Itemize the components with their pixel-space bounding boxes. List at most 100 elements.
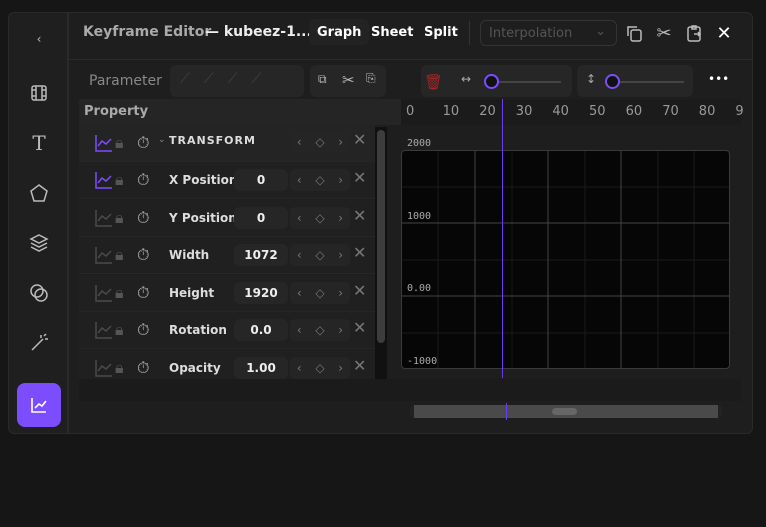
horizontal-zoom-handle[interactable] xyxy=(484,74,499,89)
sidebar-item-graph[interactable] xyxy=(17,383,61,427)
clipboard-group: ⧉ ✂ ⎘ xyxy=(310,65,386,97)
stopwatch-icon[interactable]: ⏱︎ xyxy=(137,133,157,153)
lock-icon[interactable]: 🔒︎ xyxy=(115,245,135,265)
copy-keyframe-icon[interactable]: ⧉ xyxy=(318,72,327,87)
group-row-transform[interactable]: 🔒︎ ⏱︎ ⌄ TRANSFORM ‹ ◇ › ✕ xyxy=(79,125,375,162)
sidebar-item-text[interactable]: T xyxy=(17,121,61,165)
graph-toggle-icon[interactable] xyxy=(94,208,114,228)
next-keyframe-icon[interactable]: › xyxy=(338,211,343,225)
prev-keyframe-icon[interactable]: ‹ xyxy=(297,173,302,187)
prev-keyframe-icon[interactable]: ‹ xyxy=(297,323,302,337)
tab-graph[interactable]: Graph xyxy=(309,19,370,45)
trash-icon[interactable]: 🗑 xyxy=(424,73,443,91)
sidebar-item-effects[interactable] xyxy=(17,321,61,365)
back-button[interactable]: ‹ xyxy=(17,17,61,61)
stopwatch-icon[interactable]: ⏱︎ xyxy=(137,208,157,228)
ruler-tick: 60 xyxy=(625,104,643,119)
remove-icon[interactable]: ✕ xyxy=(353,281,366,300)
lock-icon[interactable]: 🔒︎ xyxy=(115,133,135,153)
property-scrollbar-thumb[interactable] xyxy=(377,130,385,343)
graph-toggle-icon[interactable] xyxy=(94,133,114,153)
remove-icon[interactable]: ✕ xyxy=(353,318,366,337)
vertical-zoom-handle[interactable] xyxy=(605,74,620,89)
graph-toggle-icon[interactable] xyxy=(94,245,114,265)
next-keyframe-icon[interactable]: › xyxy=(338,173,343,187)
sidebar-item-media[interactable] xyxy=(17,71,61,115)
stopwatch-icon[interactable]: ⏱︎ xyxy=(137,170,157,190)
add-keyframe-icon[interactable]: ◇ xyxy=(315,323,324,337)
property-value-input[interactable]: 0.0 xyxy=(234,319,288,341)
copy-button[interactable] xyxy=(623,22,645,44)
remove-icon[interactable]: ✕ xyxy=(353,130,366,149)
next-keyframe-icon[interactable]: › xyxy=(338,323,343,337)
stopwatch-icon[interactable]: ⏱︎ xyxy=(137,358,157,378)
prev-keyframe-icon[interactable]: ‹ xyxy=(297,361,302,375)
graph-toggle-icon[interactable] xyxy=(94,170,114,190)
keyframe-nav: ‹ ◇ › xyxy=(290,319,350,341)
property-scrollbar-track[interactable] xyxy=(375,127,387,379)
property-row[interactable]: 🔒︎ ⏱︎ Y Position 0 ‹ ◇ › ✕ xyxy=(79,199,375,237)
sidebar-item-blend[interactable] xyxy=(17,271,61,315)
graph-toggle-icon[interactable] xyxy=(94,358,114,378)
timeline-scrollbar-thumb[interactable] xyxy=(552,408,577,415)
graph-toggle-icon[interactable] xyxy=(94,320,114,340)
lock-icon[interactable]: 🔒︎ xyxy=(115,208,135,228)
next-keyframe-icon[interactable]: › xyxy=(338,248,343,262)
stopwatch-icon[interactable]: ⏱︎ xyxy=(137,320,157,340)
remove-icon[interactable]: ✕ xyxy=(353,168,366,187)
close-button[interactable]: ✕ xyxy=(713,22,735,44)
tab-sheet[interactable]: Sheet xyxy=(363,19,421,45)
add-keyframe-icon[interactable]: ◇ xyxy=(315,248,324,262)
property-value-input[interactable]: 0 xyxy=(234,169,288,191)
graph-toggle-icon[interactable] xyxy=(94,283,114,303)
timeline-scrollbar[interactable] xyxy=(410,405,722,418)
cut-keyframe-icon[interactable]: ✂ xyxy=(342,71,355,89)
prev-keyframe-icon[interactable]: ‹ xyxy=(297,211,302,225)
curve-graph[interactable] xyxy=(401,150,730,369)
property-row[interactable]: 🔒︎ ⏱︎ Rotation 0.0 ‹ ◇ › ✕ xyxy=(79,312,375,349)
timeline-ruler[interactable]: 0 10 20 30 40 50 60 70 80 9 xyxy=(401,99,744,125)
paste-button[interactable] xyxy=(683,22,705,44)
property-value-input[interactable]: 1072 xyxy=(234,244,288,266)
prev-keyframe-icon[interactable]: ‹ xyxy=(297,135,302,149)
lock-icon[interactable]: 🔒︎ xyxy=(115,320,135,340)
next-keyframe-icon[interactable]: › xyxy=(338,361,343,375)
property-row[interactable]: 🔒︎ ⏱︎ Height 1920 ‹ ◇ › ✕ xyxy=(79,274,375,312)
property-row[interactable]: 🔒︎ ⏱︎ Width 1072 ‹ ◇ › ✕ xyxy=(79,237,375,274)
add-keyframe-icon[interactable]: ◇ xyxy=(315,286,324,300)
lock-icon[interactable]: 🔒︎ xyxy=(115,170,135,190)
add-keyframe-icon[interactable]: ◇ xyxy=(315,135,324,149)
tab-split[interactable]: Split xyxy=(416,19,466,45)
prev-keyframe-icon[interactable]: ‹ xyxy=(297,286,302,300)
next-keyframe-icon[interactable]: › xyxy=(338,286,343,300)
add-keyframe-icon[interactable]: ◇ xyxy=(315,211,324,225)
playhead[interactable] xyxy=(501,99,503,378)
add-keyframe-icon[interactable]: ◇ xyxy=(315,361,324,375)
property-value-input[interactable]: 0 xyxy=(234,206,288,229)
property-value-input[interactable]: 1.00 xyxy=(234,356,288,379)
property-row[interactable]: 🔒︎ ⏱︎ X Position 0 ‹ ◇ › ✕ xyxy=(79,162,375,199)
lock-icon[interactable]: 🔒︎ xyxy=(115,283,135,303)
next-keyframe-icon[interactable]: › xyxy=(338,135,343,149)
remove-icon[interactable]: ✕ xyxy=(353,356,366,375)
prev-keyframe-icon[interactable]: ‹ xyxy=(297,248,302,262)
cut-button[interactable]: ✂ xyxy=(653,22,675,44)
y-label: -1000 xyxy=(407,356,438,367)
sidebar-item-layers[interactable] xyxy=(17,221,61,265)
easing-preset-icons[interactable]: ⟋⟋⟋⟋ xyxy=(180,71,275,87)
remove-icon[interactable]: ✕ xyxy=(353,243,366,262)
stopwatch-icon[interactable]: ⏱︎ xyxy=(137,245,157,265)
add-keyframe-icon[interactable]: ◇ xyxy=(315,173,324,187)
stopwatch-icon[interactable]: ⏱︎ xyxy=(137,283,157,303)
horizontal-zoom-slider[interactable] xyxy=(489,81,561,83)
sidebar-item-shapes[interactable] xyxy=(17,171,61,215)
remove-icon[interactable]: ✕ xyxy=(353,206,366,225)
collapse-chevron-icon[interactable]: ⌄ xyxy=(158,135,166,145)
more-button[interactable]: ••• xyxy=(708,72,729,86)
interpolation-select[interactable]: Interpolation ⌄ xyxy=(480,20,617,46)
ruler-tick: 20 xyxy=(479,104,496,119)
vertical-zoom-slider[interactable] xyxy=(609,81,684,83)
property-value-input[interactable]: 1920 xyxy=(234,281,288,304)
lock-icon[interactable]: 🔒︎ xyxy=(115,358,135,378)
paste-keyframe-icon[interactable]: ⎘ xyxy=(366,71,376,86)
